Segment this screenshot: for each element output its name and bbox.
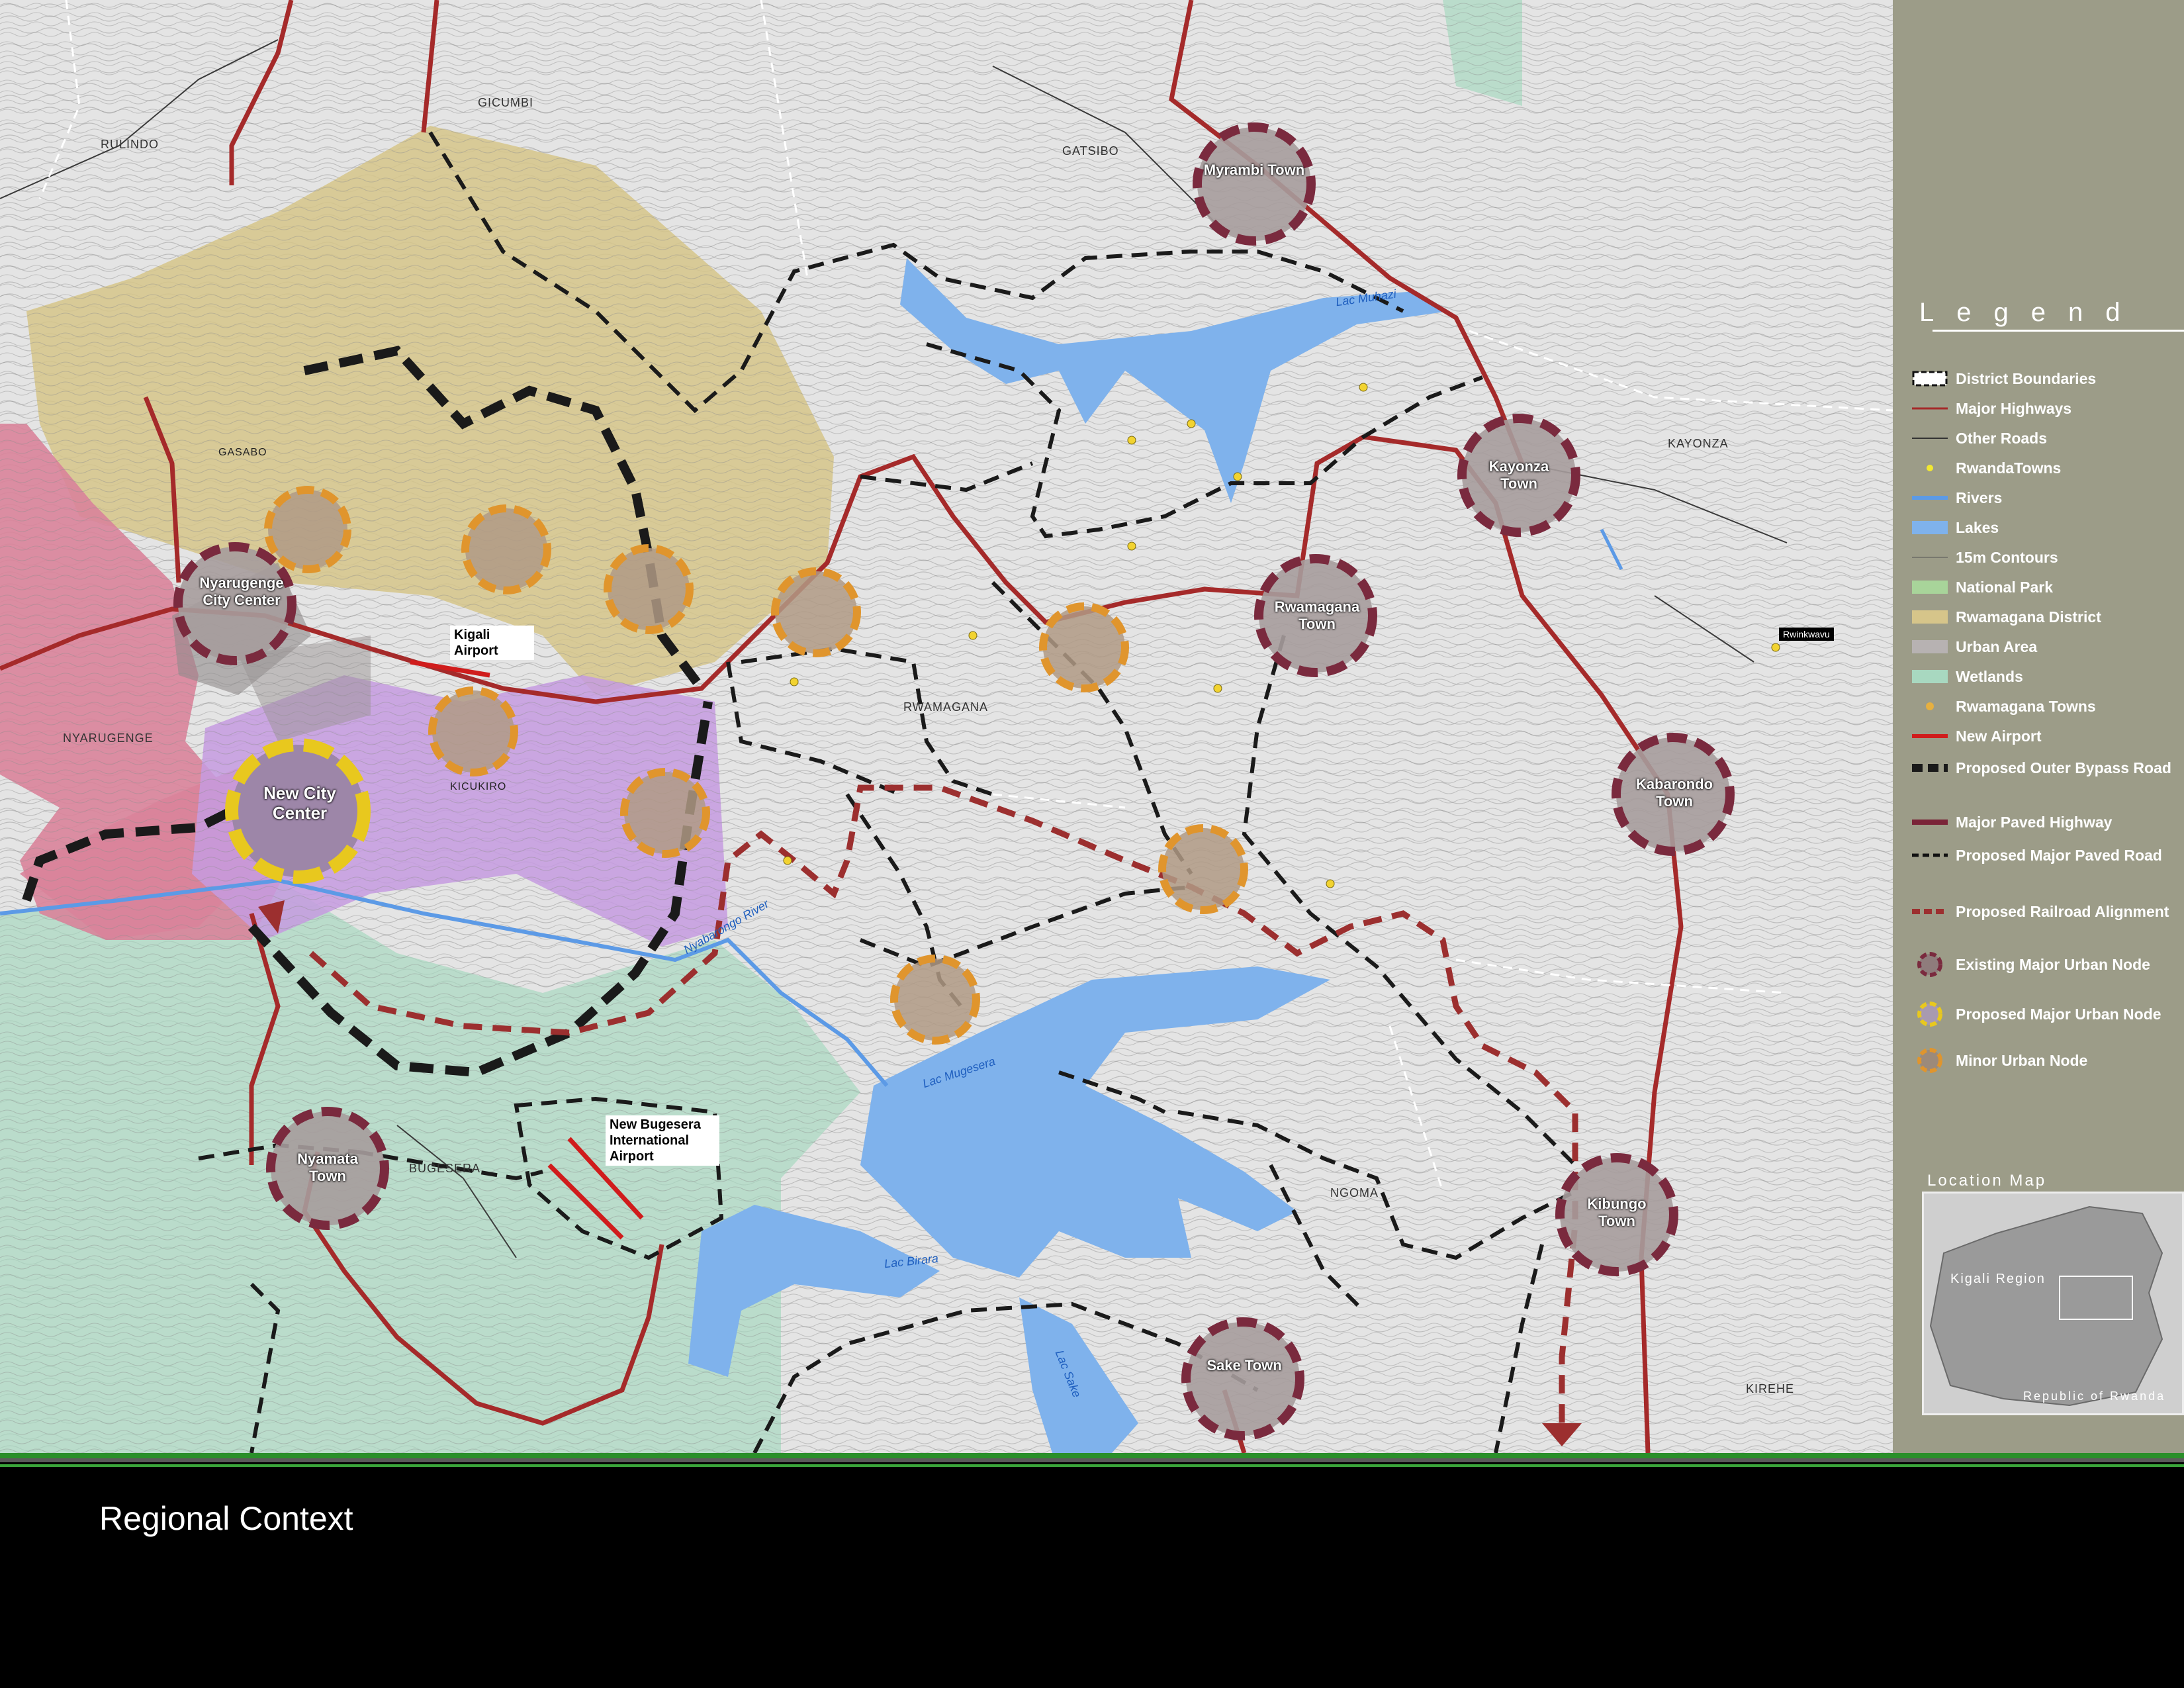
district-label-nyarugenge: NYARUGENGE bbox=[63, 731, 154, 745]
legend-label: Proposed Major Urban Node bbox=[1956, 1005, 2161, 1023]
legend-label: Rwamagana Towns bbox=[1956, 697, 2096, 715]
legend-item-new-airport: New Airport bbox=[1909, 722, 2181, 751]
district-label-kayonza: KAYONZA bbox=[1668, 437, 1729, 450]
district-label-gatsibo: GATSIBO bbox=[1062, 144, 1119, 158]
legend-label: Minor Urban Node bbox=[1956, 1051, 2088, 1069]
legend-label: Proposed Major Paved Road bbox=[1956, 846, 2162, 864]
legend-item-outer-bypass: Proposed Outer Bypass Road bbox=[1909, 753, 2181, 782]
urban-area-icon bbox=[1909, 632, 1950, 661]
legend-label: RwandaTowns bbox=[1956, 459, 2062, 477]
legend-label: Wetlands bbox=[1956, 667, 2023, 685]
legend-label: Urban Area bbox=[1956, 637, 2038, 655]
legend-item-urban-area: Urban Area bbox=[1909, 632, 2181, 661]
district-label-ngoma: NGOMA bbox=[1330, 1186, 1379, 1199]
node-label-kayonza: Kayonza Town bbox=[1488, 458, 1549, 492]
legend-title-rule bbox=[1933, 330, 2184, 332]
legend-panel: Legend District Boundaries Major Highways… bbox=[1893, 0, 2184, 1453]
node-label-new-city-center: New City Center bbox=[263, 783, 336, 823]
wetland-icon bbox=[1909, 662, 1950, 691]
legend-item-existing-node: Existing Major Urban Node bbox=[1909, 950, 2181, 979]
legend-label: Other Roads bbox=[1956, 429, 2048, 447]
legend-label: 15m Contours bbox=[1956, 548, 2058, 566]
proposed-paved-road-icon bbox=[1909, 841, 1950, 870]
town-dot-icon bbox=[1909, 453, 1950, 483]
district-boundary-icon bbox=[1909, 364, 1950, 393]
footer-stripe-green bbox=[0, 1453, 2184, 1458]
legend-item-minor-node: Minor Urban Node bbox=[1909, 1046, 2181, 1075]
regional-map: GICUMBI RULINDO GATSIBO KAYONZA RWAMAGAN… bbox=[0, 0, 1893, 1453]
other-road-icon bbox=[1909, 424, 1950, 453]
legend-label: Major Highways bbox=[1956, 399, 2072, 417]
legend-label: District Boundaries bbox=[1956, 369, 2097, 387]
map-canvas bbox=[0, 0, 1893, 1453]
location-map: Kigali Region Republic of Rwanda bbox=[1922, 1192, 2184, 1415]
river-icon bbox=[1909, 483, 1950, 512]
location-map-region-label: Kigali Region bbox=[1950, 1272, 2046, 1286]
legend-item-other-road: Other Roads bbox=[1909, 424, 2181, 453]
district-label-gicumbi: GICUMBI bbox=[478, 96, 534, 109]
legend-label: Proposed Outer Bypass Road bbox=[1956, 759, 2171, 776]
lake-icon bbox=[1909, 513, 1950, 542]
legend-label: Lakes bbox=[1956, 518, 1999, 536]
district-label-gasabo: GASABO bbox=[218, 447, 267, 458]
page-title: Regional Context bbox=[99, 1500, 353, 1537]
location-map-country-label: Republic of Rwanda bbox=[2023, 1389, 2166, 1403]
rwamagana-district-icon bbox=[1909, 602, 1950, 632]
legend-label: National Park bbox=[1956, 578, 2053, 596]
legend-title: Legend bbox=[1919, 298, 2143, 327]
legend-item-major-highway: Major Highways bbox=[1909, 394, 2181, 423]
district-label-kicukiro: KICUKIRO bbox=[450, 781, 507, 792]
district-label-kirehe: KIREHE bbox=[1746, 1382, 1795, 1395]
node-label-sake: Sake Town bbox=[1206, 1357, 1282, 1374]
district-label-rwamagana: RWAMAGANA bbox=[903, 700, 989, 714]
legend-label: Existing Major Urban Node bbox=[1956, 955, 2150, 973]
district-label-bugesera: BUGESERA bbox=[409, 1162, 481, 1175]
legend-item-town-dot: RwandaTowns bbox=[1909, 453, 2181, 483]
legend-item-paved-highway: Major Paved Highway bbox=[1909, 808, 2181, 837]
legend-item-national-park: National Park bbox=[1909, 573, 2181, 602]
callout-kigali-airport: Kigali Airport bbox=[450, 626, 534, 660]
legend-item-proposed-major-node: Proposed Major Urban Node bbox=[1909, 1000, 2181, 1029]
node-label-rwamagana: Rwamagana Town bbox=[1274, 598, 1360, 632]
legend-label: Proposed Railroad Alignment bbox=[1956, 902, 2169, 920]
national-park-icon bbox=[1909, 573, 1950, 602]
paved-highway-icon bbox=[1909, 808, 1950, 837]
legend-item-rwamagana-town: Rwamagana Towns bbox=[1909, 692, 2181, 721]
node-label-nyarugenge-center: Nyarugenge City Center bbox=[199, 575, 284, 608]
legend-item-district-boundary: District Boundaries bbox=[1909, 364, 2181, 393]
legend-item-wetland: Wetlands bbox=[1909, 662, 2181, 691]
node-label-kabarondo: Kabarondo Town bbox=[1635, 776, 1713, 810]
legend-item-rwamagana-district: Rwamagana District bbox=[1909, 602, 2181, 632]
new-airport-icon bbox=[1909, 722, 1950, 751]
existing-node-icon bbox=[1909, 950, 1950, 979]
legend-item-lake: Lakes bbox=[1909, 513, 2181, 542]
minor-node-icon bbox=[1909, 1046, 1950, 1075]
legend-label: Rwamagana District bbox=[1956, 608, 2101, 626]
railroad-icon bbox=[1909, 897, 1950, 926]
node-label-myrambi: Myrambi Town bbox=[1203, 162, 1305, 178]
location-map-graphic bbox=[1924, 1194, 2182, 1413]
callout-bugesera-airport: New Bugesera International Airport bbox=[606, 1115, 719, 1166]
footer-stripe-green-2 bbox=[0, 1464, 2184, 1467]
legend-item-contour: 15m Contours bbox=[1909, 543, 2181, 572]
legend-item-river: Rivers bbox=[1909, 483, 2181, 512]
contour-icon bbox=[1909, 543, 1950, 572]
district-label-rulindo: RULINDO bbox=[101, 138, 159, 151]
legend-label: Major Paved Highway bbox=[1956, 813, 2113, 831]
node-label-kibungo: Kibungo Town bbox=[1587, 1196, 1647, 1229]
legend-item-proposed-paved-road: Proposed Major Paved Road bbox=[1909, 841, 2181, 870]
legend-item-railroad: Proposed Railroad Alignment bbox=[1909, 897, 2181, 926]
proposed-major-node-icon bbox=[1909, 1000, 1950, 1029]
location-map-title: Location Map bbox=[1927, 1172, 2047, 1190]
outer-bypass-icon bbox=[1909, 753, 1950, 782]
town-tag-rwinkwavu: Rwinkwavu bbox=[1779, 628, 1834, 641]
legend-label: Rivers bbox=[1956, 489, 2003, 506]
footer-stripe-grey bbox=[0, 1458, 2184, 1462]
rwamagana-town-icon bbox=[1909, 692, 1950, 721]
legend-label: New Airport bbox=[1956, 727, 2042, 745]
node-label-nyamata: Nyamata Town bbox=[297, 1150, 358, 1184]
major-highway-icon bbox=[1909, 394, 1950, 423]
